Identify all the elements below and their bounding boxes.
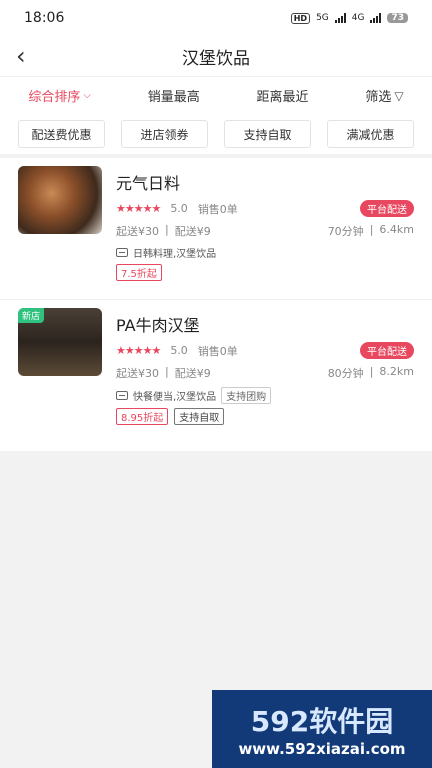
chevron-down-icon: ⌵ [83,90,91,101]
delivery-fee: 配送¥9 [174,367,211,380]
chip-full-reduction[interactable]: 满减优惠 [327,120,414,148]
rating-row: ★★★★★ 5.0 销售0单 平台配送 [116,342,414,359]
new-store-badge: 新店 [18,308,45,323]
sales-count: 销售0单 [197,344,238,358]
sort-bar: 综合排序 ⌵ 销量最高 距离最近 筛选 ▽ [0,76,432,114]
distance: 6.4km [379,223,414,236]
star-rating-icon: ★★★★★ [116,344,161,357]
sort-comprehensive[interactable]: 综合排序 ⌵ [28,86,91,105]
status-icons: HD 5G 4G 73 [290,12,408,24]
star-rating-icon: ★★★★★ [116,202,161,215]
rating-row: ★★★★★ 5.0 销售0单 平台配送 [116,200,414,217]
chip-store-coupon[interactable]: 进店领券 [121,120,208,148]
store-thumbnail: 新店 [18,308,102,376]
sort-distance-label: 距离最近 [256,90,309,105]
store-icon [116,391,128,400]
watermark-url: www.592xiazai.com [238,740,406,758]
watermark-logo: 592软件园 [250,705,394,738]
delivery-time: 70分钟 [327,225,364,238]
nav-bar: ‹ 汉堡饮品 [0,36,432,76]
delivery-row: 起送¥30 | 配送¥9 70分钟 | 6.4km [116,223,414,239]
categories: 日韩料理,汉堡饮品 [133,249,217,260]
status-time: 18:06 [24,10,65,26]
sort-filter-label: 筛选 [365,90,392,105]
net-5g-label: 5G [316,13,329,23]
delivery-badge: 平台配送 [360,342,414,359]
status-bar: 18:06 HD 5G 4G 73 [0,0,432,36]
delivery-badge: 平台配送 [360,200,414,217]
sort-comprehensive-label: 综合排序 [28,90,81,105]
signal-icon [334,13,346,23]
chip-self-pickup[interactable]: 支持自取 [224,120,311,148]
category-row: 快餐便当,汉堡饮品 支持团购 [116,387,414,404]
min-order: 起送¥30 [116,225,159,238]
net-4g-label: 4G [351,13,365,23]
store-thumbnail [18,166,102,234]
separator: | [165,365,169,378]
store-info: PA牛肉汉堡 ★★★★★ 5.0 销售0单 平台配送 起送¥30 | 配送¥9 … [116,308,414,425]
delivery-time: 80分钟 [327,367,364,380]
tag-row: 8.95折起 支持自取 [116,408,414,425]
separator: | [165,223,169,236]
store-card[interactable]: 新店 PA牛肉汉堡 ★★★★★ 5.0 销售0单 平台配送 起送¥30 | 配送… [0,299,432,433]
tag-row: 7.5折起 [116,264,414,281]
separator: | [369,223,374,236]
hd-icon: HD [290,12,311,24]
category-row: 日韩料理,汉堡饮品 [116,245,414,260]
discount-tag: 7.5折起 [116,264,162,281]
store-list: 元气日料 ★★★★★ 5.0 销售0单 平台配送 起送¥30 | 配送¥9 70… [0,158,432,451]
back-arrow-icon[interactable]: ‹ [16,42,26,70]
categories: 快餐便当,汉堡饮品 [133,392,217,403]
sort-sales-label: 销量最高 [147,90,200,105]
chip-delivery-discount[interactable]: 配送费优惠 [18,120,105,148]
funnel-icon: ▽ [394,88,404,103]
sort-distance[interactable]: 距离最近 [257,86,309,105]
battery-icon: 73 [387,13,408,23]
store-icon [116,248,128,257]
discount-tag: 8.95折起 [116,408,169,425]
group-buy-tag: 支持团购 [221,387,272,404]
delivery-row: 起送¥30 | 配送¥9 80分钟 | 8.2km [116,365,414,381]
pickup-tag: 支持自取 [174,408,225,425]
distance: 8.2km [379,365,414,378]
rating-score: 5.0 [170,202,188,215]
store-info: 元气日料 ★★★★★ 5.0 销售0单 平台配送 起送¥30 | 配送¥9 70… [116,166,414,281]
min-order: 起送¥30 [116,367,159,380]
sort-filter[interactable]: 筛选 ▽ [365,86,404,106]
filter-chips: 配送费优惠 进店领券 支持自取 满减优惠 [0,114,432,154]
page-title: 汉堡饮品 [182,48,250,69]
store-card[interactable]: 元气日料 ★★★★★ 5.0 销售0单 平台配送 起送¥30 | 配送¥9 70… [0,158,432,289]
sort-sales[interactable]: 销量最高 [148,86,200,105]
separator: | [369,365,374,378]
sales-count: 销售0单 [197,202,238,216]
store-name: PA牛肉汉堡 [116,316,200,335]
store-name: 元气日料 [116,174,181,193]
rating-score: 5.0 [170,344,188,357]
site-watermark: 592软件园 www.592xiazai.com [212,690,432,768]
delivery-fee: 配送¥9 [174,225,211,238]
signal-icon-2 [370,13,382,23]
